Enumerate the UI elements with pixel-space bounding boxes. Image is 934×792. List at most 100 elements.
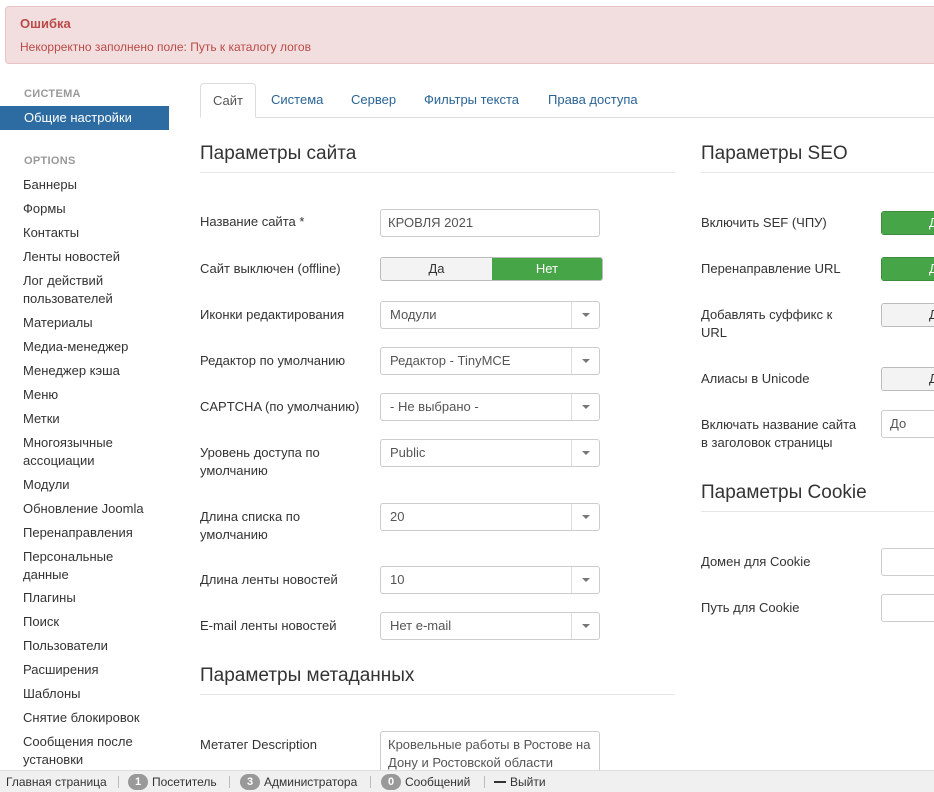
tab-system[interactable]: Система xyxy=(271,83,323,118)
chevron-down-icon xyxy=(571,504,599,530)
alert-title: Ошибка xyxy=(20,16,71,31)
feed-email-value: Нет e-mail xyxy=(390,618,452,633)
cookie-domain-input[interactable] xyxy=(881,548,934,576)
site-settings-title: Параметры сайта xyxy=(200,143,357,164)
sidebar-item-menus[interactable]: Меню xyxy=(23,386,163,404)
sidebar-item-users[interactable]: Пользователи xyxy=(23,637,163,655)
error-alert: Ошибка Некорректно заполнено поле: Путь … xyxy=(5,6,934,64)
visitors-status[interactable]: 1 Посетитель xyxy=(128,771,217,792)
access-label: Уровень доступа по умолчанию xyxy=(200,445,320,478)
visitors-badge: 1 xyxy=(128,774,148,790)
sidebar-item-extensions[interactable]: Расширения xyxy=(23,661,163,679)
tab-site[interactable]: Сайт xyxy=(200,83,256,118)
divider xyxy=(200,172,675,173)
chevron-down-icon xyxy=(571,348,599,374)
access-select[interactable]: Public xyxy=(380,439,600,467)
sidebar-item-contacts[interactable]: Контакты xyxy=(23,224,163,242)
sidebar-item-postinstall[interactable]: Сообщения после установки xyxy=(23,733,143,769)
minus-icon xyxy=(494,781,506,783)
tab-bar: Сайт Система Сервер Фильтры текста Права… xyxy=(200,83,934,118)
sidebar-item-plugins[interactable]: Плагины xyxy=(23,589,163,607)
messages-badge: 0 xyxy=(381,774,401,790)
offline-label: Сайт выключен (offline) xyxy=(200,261,341,276)
offline-yes-button[interactable]: Да xyxy=(381,258,492,280)
chevron-down-icon xyxy=(571,440,599,466)
logout-label: Выйти xyxy=(510,775,546,789)
editor-label: Редактор по умолчанию xyxy=(200,353,346,368)
sidebar-item-tags[interactable]: Метки xyxy=(23,410,163,428)
site-name-label: Название сайта * xyxy=(200,214,305,229)
cookie-path-label: Путь для Cookie xyxy=(701,600,800,615)
edit-icons-value: Модули xyxy=(390,307,437,322)
cookie-domain-label: Домен для Cookie xyxy=(701,554,811,569)
home-link[interactable]: Главная страница xyxy=(6,771,107,792)
feed-length-label: Длина ленты новостей xyxy=(200,572,338,587)
logout-link[interactable]: Выйти xyxy=(494,771,546,792)
status-bar: Главная страница 1 Посетитель 3 Администра… xyxy=(0,770,934,792)
sidebar-item-joomla-update[interactable]: Обновление Joomla xyxy=(23,500,163,518)
messages-status[interactable]: 0 Сообщений xyxy=(381,771,470,792)
chevron-down-icon xyxy=(571,302,599,328)
tab-server[interactable]: Сервер xyxy=(351,83,396,118)
sidebar-item-global-config[interactable]: Общие настройки xyxy=(0,106,169,130)
sidebar-item-templates[interactable]: Шаблоны xyxy=(23,685,163,703)
divider xyxy=(484,776,485,788)
sidebar-item-modules[interactable]: Модули xyxy=(23,476,163,494)
unicode-label: Алиасы в Unicode xyxy=(701,371,810,386)
sidebar-item-checkin[interactable]: Снятие блокировок xyxy=(23,709,163,727)
list-length-label: Длина списка по умолчанию xyxy=(200,509,301,542)
admins-status[interactable]: 3 Администратора xyxy=(240,771,357,792)
suffix-toggle: Да xyxy=(881,303,934,327)
edit-icons-select[interactable]: Модули xyxy=(380,301,600,329)
sidebar-item-forms[interactable]: Формы xyxy=(23,200,163,218)
edit-icons-label: Иконки редактирования xyxy=(200,307,345,322)
sidebar-item-search[interactable]: Поиск xyxy=(23,613,163,631)
feed-length-select[interactable]: 10 xyxy=(380,566,600,594)
divider xyxy=(701,172,934,173)
sidebar-item-newsfeeds[interactable]: Ленты новостей xyxy=(23,248,163,266)
seo-settings-title: Параметры SEO xyxy=(701,143,848,164)
cookie-path-input[interactable] xyxy=(881,594,934,622)
sidebar-item-media[interactable]: Медиа-менеджер xyxy=(23,338,163,356)
chevron-down-icon xyxy=(571,394,599,420)
divider xyxy=(701,511,934,512)
editor-select[interactable]: Редактор - TinyMCE xyxy=(380,347,600,375)
suffix-yes-button[interactable]: Да xyxy=(882,304,934,326)
sitename-pagetitle-select[interactable]: До xyxy=(881,410,934,438)
divider xyxy=(229,776,230,788)
meta-description-label: Метатег Description xyxy=(200,737,317,752)
captcha-value: - Не выбрано - xyxy=(390,399,479,414)
admin-page: Ошибка Некорректно заполнено поле: Путь … xyxy=(0,0,934,792)
sidebar-item-associations[interactable]: Многоязычные ассоциации xyxy=(23,434,123,470)
sef-label: Включить SEF (ЧПУ) xyxy=(701,215,827,230)
list-length-select[interactable]: 20 xyxy=(380,503,600,531)
sef-toggle: Да xyxy=(881,211,934,235)
editor-value: Редактор - TinyMCE xyxy=(390,353,511,368)
tab-text-filters[interactable]: Фильтры текста xyxy=(424,83,519,118)
sidebar-item-privacy[interactable]: Персональные данные xyxy=(23,548,123,584)
chevron-down-icon xyxy=(571,613,599,639)
sidebar-heading-options: OPTIONS xyxy=(24,155,76,167)
admins-label: Администратора xyxy=(264,775,358,789)
rewrite-yes-button[interactable]: Да xyxy=(882,258,934,280)
divider xyxy=(200,694,675,695)
sidebar-item-cache[interactable]: Менеджер кэша xyxy=(23,362,163,380)
tab-permissions[interactable]: Права доступа xyxy=(548,83,638,118)
unicode-yes-button[interactable]: Да xyxy=(882,368,934,390)
sidebar-heading-system: СИСТЕМА xyxy=(24,88,81,100)
admins-badge: 3 xyxy=(240,774,260,790)
cookie-settings-title: Параметры Cookie xyxy=(701,482,867,503)
access-value: Public xyxy=(390,445,426,460)
sidebar-item-action-log[interactable]: Лог действий пользователей xyxy=(23,272,133,308)
site-name-input[interactable]: КРОВЛЯ 2021 xyxy=(380,209,600,237)
rewrite-toggle: Да xyxy=(881,257,934,281)
sidebar-item-banners[interactable]: Баннеры xyxy=(23,176,163,194)
offline-no-button[interactable]: Нет xyxy=(492,258,602,280)
sidebar-item-redirects[interactable]: Перенаправления xyxy=(23,524,163,542)
feed-length-value: 10 xyxy=(390,572,405,587)
captcha-select[interactable]: - Не выбрано - xyxy=(380,393,600,421)
sef-yes-button[interactable]: Да xyxy=(882,212,934,234)
suffix-label: Добавлять суффикс к URL xyxy=(701,307,833,340)
feed-email-select[interactable]: Нет e-mail xyxy=(380,612,600,640)
sidebar-item-content[interactable]: Материалы xyxy=(23,314,163,332)
